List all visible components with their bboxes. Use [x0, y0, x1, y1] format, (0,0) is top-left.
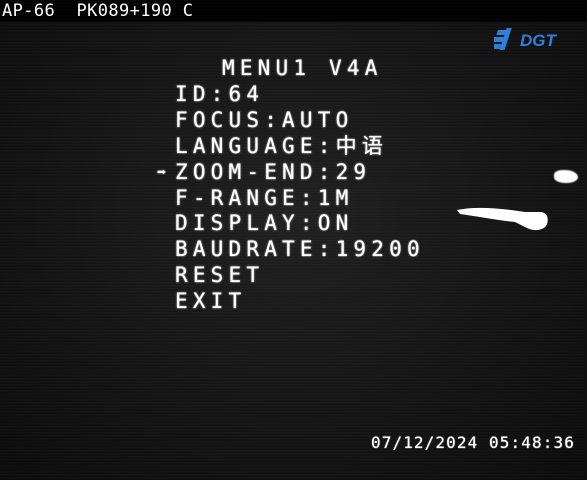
- dgt-logo-text: DGT: [520, 31, 558, 50]
- light-glare-streak: [457, 207, 548, 231]
- camera-video-feed: AP-66 PK089+190 C DGT MENU1 V4A ID:64 FO…: [0, 0, 587, 480]
- menu-item-id[interactable]: ID:64: [175, 82, 425, 108]
- arrow-right-icon: ➡: [157, 162, 167, 181]
- menu-item-baudrate[interactable]: BAUDRATE:19200: [175, 237, 425, 263]
- menu-item-reset[interactable]: RESET: [175, 263, 425, 289]
- menu-item-exit[interactable]: EXIT: [175, 289, 425, 315]
- timestamp-overlay: 07/12/2024 05:48:36: [371, 433, 575, 452]
- menu-item-display[interactable]: DISPLAY:ON: [175, 211, 425, 237]
- menu-item-zoom-end-label: ZOOM-END:29: [175, 159, 372, 184]
- dgt-logo: DGT: [494, 28, 558, 50]
- light-glare-small: [554, 170, 578, 183]
- menu-item-zoom-end[interactable]: ➡ ZOOM-END:29: [157, 159, 425, 186]
- menu-item-f-range[interactable]: F-RANGE:1M: [175, 186, 425, 212]
- camera-id-label: AP-66 PK089+190 C: [2, 1, 194, 21]
- menu-item-focus[interactable]: FOCUS:AUTO: [175, 108, 425, 134]
- dgt-logo-mark: [494, 28, 512, 50]
- menu-item-language[interactable]: LANGUAGE:中语: [175, 134, 425, 160]
- top-caption-bar: AP-66 PK089+190 C: [0, 0, 587, 22]
- osd-menu-title: MENU1 V4A: [222, 56, 383, 80]
- osd-menu-list: ID:64 FOCUS:AUTO LANGUAGE:中语 ➡ ZOOM-END:…: [157, 82, 425, 315]
